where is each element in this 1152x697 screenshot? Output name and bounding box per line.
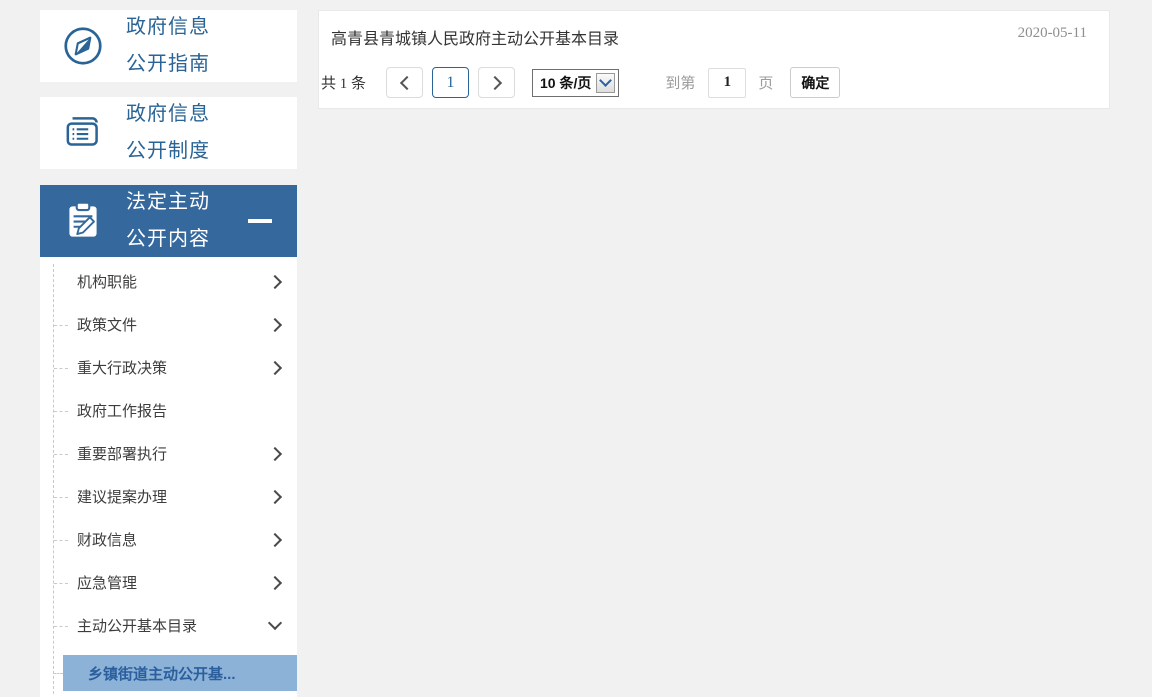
submenu-item-disclosure-catalog[interactable]: 主动公开基本目录 — [40, 604, 297, 647]
list-item[interactable]: 高青县青城镇人民政府主动公开基本目录 2020-05-11 — [319, 11, 1109, 49]
submenu-item-label: 重要部署执行 — [77, 446, 168, 463]
submenu-item-label: 应急管理 — [77, 575, 138, 592]
sidebar-item-gov-info-guide[interactable]: 政府信息 公开指南 — [40, 10, 297, 82]
chevron-right-icon — [267, 317, 283, 332]
submenu-item-major-decisions[interactable]: 重大行政决策 — [40, 346, 297, 389]
sidebar-item-label: 政府信息 公开指南 — [126, 16, 210, 75]
list-item-date: 2020-05-11 — [1017, 25, 1087, 41]
goto-page-prefix-label: 到第 — [665, 75, 696, 92]
chevron-right-icon — [267, 274, 283, 289]
chevron-right-icon — [267, 489, 283, 504]
submenu-item-key-deployments[interactable]: 重要部署执行 — [40, 432, 297, 475]
chevron-right-icon — [267, 532, 283, 547]
compass-icon — [40, 23, 126, 69]
goto-page-suffix-label: 页 — [758, 75, 774, 92]
chevron-right-icon — [267, 446, 283, 461]
total-count-label: 共 1 条 — [321, 76, 367, 92]
page-size-value: 10 条/页 — [540, 74, 592, 91]
goto-page-input[interactable] — [708, 67, 747, 98]
chevron-right-icon — [267, 575, 283, 590]
sidebar-item-label: 政府信息 公开制度 — [126, 103, 210, 162]
submenu-item-emergency-mgmt[interactable]: 应急管理 — [40, 561, 297, 604]
sidebar-item-legal-disclosure[interactable]: 法定主动 公开内容 — [40, 185, 297, 257]
submenu-item-policy-documents[interactable]: 政策文件 — [40, 303, 297, 346]
next-page-button[interactable] — [478, 67, 516, 98]
content-panel: 高青县青城镇人民政府主动公开基本目录 2020-05-11 共 1 条 1 10… — [318, 10, 1110, 109]
book-icon — [40, 110, 126, 156]
submenu: 机构职能 政策文件 重大行政决策 政府工作报告 重要部署执行 建议提案办理 财政… — [40, 257, 297, 697]
submenu-item-label: 政策文件 — [77, 317, 138, 334]
submenu-item-gov-work-report[interactable]: 政府工作报告 — [40, 389, 297, 432]
submenu-item-label: 重大行政决策 — [77, 360, 168, 377]
pagination-bar: 共 1 条 1 10 条/页 到第 页 确定 — [319, 67, 1109, 98]
select-dropdown-arrow-icon[interactable] — [596, 72, 616, 93]
page-1-button[interactable]: 1 — [432, 67, 470, 98]
submenu-item-label: 主动公开基本目录 — [77, 618, 198, 635]
submenu-item-label: 政府工作报告 — [77, 403, 168, 420]
submenu-item-label: 乡镇街道主动公开基... — [88, 665, 236, 683]
submenu-item-fiscal-info[interactable]: 财政信息 — [40, 518, 297, 561]
chevron-left-icon — [399, 75, 414, 90]
sidebar-item-label: 法定主动 公开内容 — [126, 191, 210, 250]
submenu-item-label: 建议提案办理 — [77, 489, 168, 506]
page-size-select[interactable]: 10 条/页 — [532, 68, 620, 97]
sidebar: 政府信息 公开指南 政府信息 公开制度 法定主动 公开内容 机构职能 政策文件 … — [40, 10, 297, 697]
chevron-right-icon — [267, 360, 283, 375]
chevron-down-icon — [267, 615, 283, 631]
sidebar-item-gov-info-system[interactable]: 政府信息 公开制度 — [40, 97, 297, 169]
list-item-title[interactable]: 高青县青城镇人民政府主动公开基本目录 — [331, 25, 619, 49]
submenu-item-township-disclosure-active[interactable]: 乡镇街道主动公开基... — [53, 655, 297, 691]
submenu-item-org-functions[interactable]: 机构职能 — [40, 260, 297, 303]
clipboard-pen-icon — [40, 198, 126, 244]
submenu-item-label: 机构职能 — [77, 274, 138, 291]
goto-confirm-button[interactable]: 确定 — [790, 67, 841, 98]
submenu-item-proposals-handling[interactable]: 建议提案办理 — [40, 475, 297, 518]
chevron-right-icon — [487, 75, 502, 90]
minus-icon[interactable] — [248, 219, 272, 223]
prev-page-button[interactable] — [386, 67, 424, 98]
submenu-item-label: 财政信息 — [77, 532, 138, 549]
